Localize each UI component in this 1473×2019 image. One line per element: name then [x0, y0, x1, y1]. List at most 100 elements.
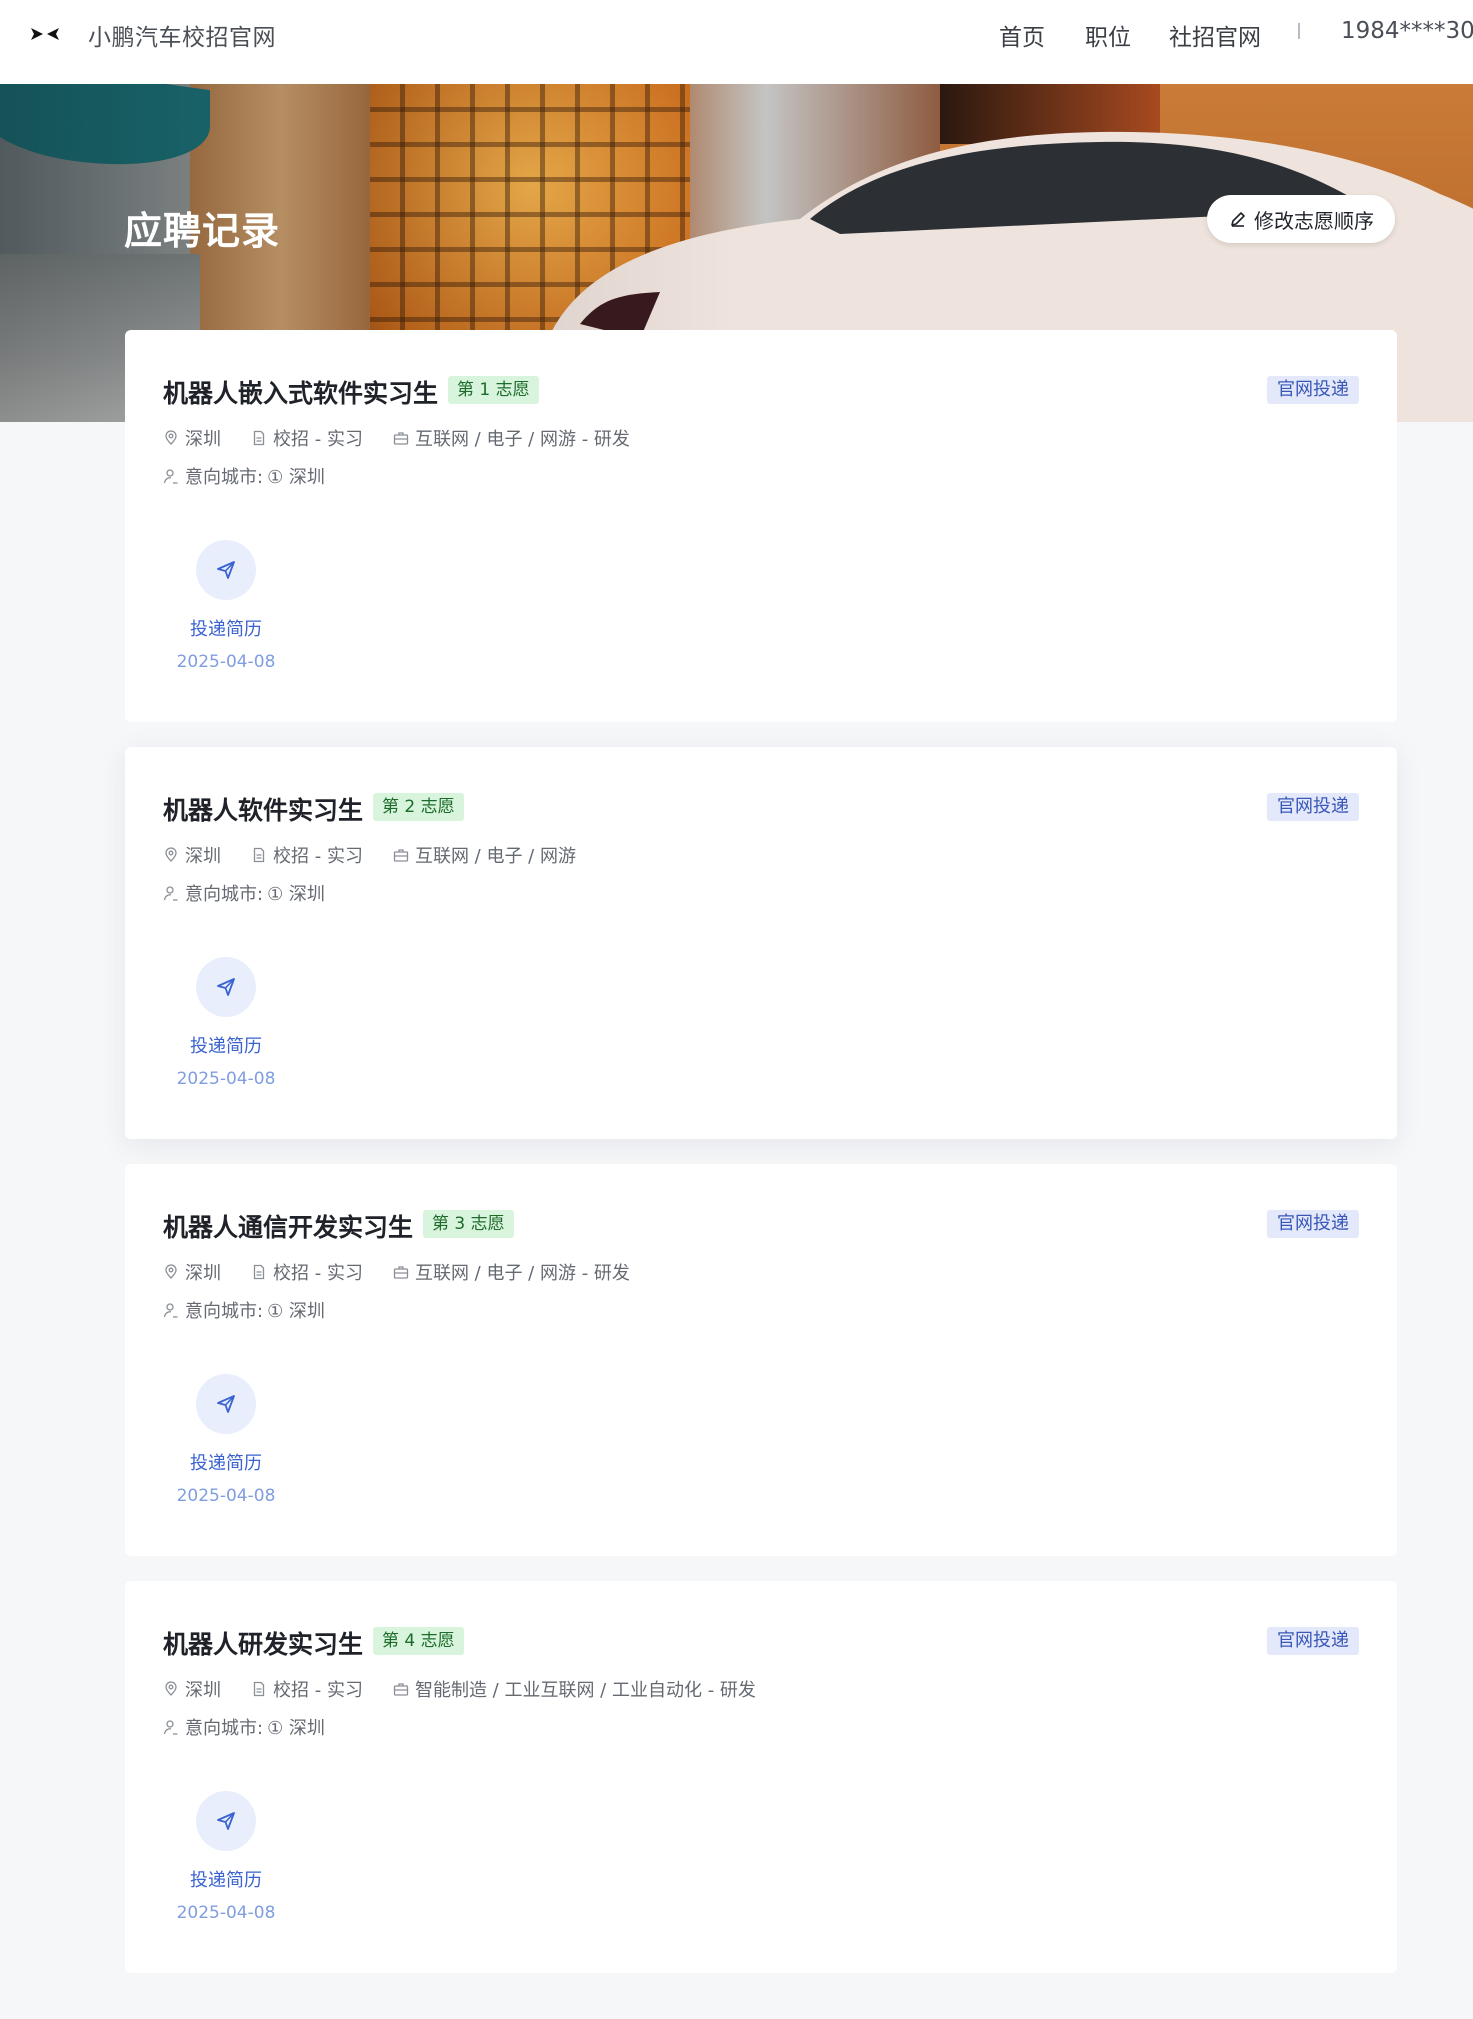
submit-resume-step[interactable] — [196, 1374, 256, 1434]
nav-home-link[interactable]: 首页 — [999, 18, 1045, 52]
meta-type: 校招 - 实习 — [251, 842, 363, 868]
intent-city-value: ① 深圳 — [267, 467, 325, 488]
job-type: 校招 - 实习 — [273, 429, 363, 450]
job-title[interactable]: 机器人研发实习生 — [163, 1625, 363, 1661]
submit-resume-step[interactable] — [196, 957, 256, 1017]
send-icon — [217, 1812, 235, 1830]
meta-category: 智能制造 / 工业互联网 / 工业自动化 - 研发 — [393, 1676, 756, 1702]
job-title[interactable]: 机器人软件实习生 — [163, 791, 363, 827]
meta-type: 校招 - 实习 — [251, 1259, 363, 1285]
step-label: 投递简历 — [190, 1870, 262, 1891]
job-category: 互联网 / 电子 / 网游 - 研发 — [414, 429, 630, 450]
edit-icon — [1231, 212, 1245, 227]
application-card[interactable]: 机器人研发实习生 第 4 志愿 官网投递 深圳 校招 - 实习 智能制造 / 工… — [125, 1581, 1397, 1973]
user-location-icon — [163, 1720, 178, 1735]
step-label: 投递简历 — [190, 619, 262, 640]
meta-type: 校招 - 实习 — [251, 1676, 363, 1702]
send-icon — [217, 1395, 235, 1413]
job-meta-row: 深圳 校招 - 实习 智能制造 / 工业互联网 / 工业自动化 - 研发 — [163, 1676, 786, 1702]
intent-city-label: 意向城市: — [185, 467, 264, 488]
application-card[interactable]: 机器人软件实习生 第 2 志愿 官网投递 深圳 校招 - 实习 互联网 / 电子… — [125, 747, 1397, 1139]
step-date: 2025-04-08 — [176, 1069, 276, 1089]
location-pin-icon — [165, 1681, 177, 1696]
source-tag: 官网投递 — [1267, 1210, 1359, 1238]
job-title[interactable]: 机器人嵌入式软件实习生 — [163, 374, 438, 410]
step-label: 投递简历 — [190, 1036, 262, 1057]
document-icon — [253, 430, 265, 446]
job-meta-row: 深圳 校招 - 实习 互联网 / 电子 / 网游 - 研发 — [163, 1259, 660, 1285]
reorder-preferences-button[interactable]: 修改志愿顺序 — [1207, 195, 1395, 243]
meta-city: 深圳 — [163, 842, 221, 868]
job-meta-row: 深圳 校招 - 实习 互联网 / 电子 / 网游 - 研发 — [163, 425, 660, 451]
briefcase-icon — [393, 432, 409, 445]
nav-jobs-link[interactable]: 职位 — [1085, 18, 1131, 52]
briefcase-icon — [393, 1266, 409, 1279]
job-city: 深圳 — [185, 429, 221, 450]
source-tag: 官网投递 — [1267, 1627, 1359, 1655]
intent-city-row: 意向城市: ① 深圳 — [163, 1297, 325, 1323]
intent-city-value: ① 深圳 — [267, 1301, 325, 1322]
preference-rank-badge: 第 1 志愿 — [448, 376, 539, 404]
top-header: 小鹏汽车校招官网 首页 职位 社招官网 1984****300 — [0, 0, 1473, 84]
step-date: 2025-04-08 — [176, 652, 276, 672]
xpeng-logo-icon[interactable] — [29, 22, 61, 46]
job-category: 互联网 / 电子 / 网游 — [414, 846, 576, 867]
job-type: 校招 - 实习 — [273, 1680, 363, 1701]
submit-resume-step[interactable] — [196, 1791, 256, 1851]
intent-city-label: 意向城市: — [185, 1301, 264, 1322]
briefcase-icon — [393, 849, 409, 862]
location-pin-icon — [165, 1264, 177, 1279]
meta-city: 深圳 — [163, 1259, 221, 1285]
job-category: 智能制造 / 工业互联网 / 工业自动化 - 研发 — [414, 1680, 756, 1701]
intent-city-value: ① 深圳 — [267, 1718, 325, 1739]
preference-rank-badge: 第 4 志愿 — [373, 1627, 464, 1655]
intent-city-row: 意向城市: ① 深圳 — [163, 463, 325, 489]
job-type: 校招 - 实习 — [273, 1263, 363, 1284]
user-location-icon — [163, 469, 178, 484]
meta-city: 深圳 — [163, 425, 221, 451]
preference-rank-badge: 第 3 志愿 — [423, 1210, 514, 1238]
user-location-icon — [163, 886, 178, 901]
intent-city-label: 意向城市: — [185, 1718, 264, 1739]
step-date: 2025-04-08 — [176, 1903, 276, 1923]
nav-divider — [1298, 23, 1300, 39]
location-pin-icon — [165, 430, 177, 445]
job-type: 校招 - 实习 — [273, 846, 363, 867]
source-tag: 官网投递 — [1267, 376, 1359, 404]
nav-social-recruit-link[interactable]: 社招官网 — [1169, 18, 1261, 52]
reorder-button-label: 修改志愿顺序 — [1254, 208, 1374, 233]
meta-city: 深圳 — [163, 1676, 221, 1702]
application-card[interactable]: 机器人通信开发实习生 第 3 志愿 官网投递 深圳 校招 - 实习 互联网 / … — [125, 1164, 1397, 1556]
job-category: 互联网 / 电子 / 网游 - 研发 — [414, 1263, 630, 1284]
user-account-menu[interactable]: 1984****300 — [1341, 18, 1473, 44]
document-icon — [253, 1681, 265, 1697]
application-card[interactable]: 机器人嵌入式软件实习生 第 1 志愿 官网投递 深圳 校招 - 实习 互联网 /… — [125, 330, 1397, 722]
document-icon — [253, 1264, 265, 1280]
source-tag: 官网投递 — [1267, 793, 1359, 821]
job-city: 深圳 — [185, 1680, 221, 1701]
page-title: 应聘记录 — [124, 209, 281, 253]
meta-category: 互联网 / 电子 / 网游 — [393, 842, 576, 868]
job-meta-row: 深圳 校招 - 实习 互联网 / 电子 / 网游 — [163, 842, 606, 868]
brand-title[interactable]: 小鹏汽车校招官网 — [88, 18, 276, 52]
job-city: 深圳 — [185, 1263, 221, 1284]
user-location-icon — [163, 1303, 178, 1318]
job-city: 深圳 — [185, 846, 221, 867]
location-pin-icon — [165, 847, 177, 862]
intent-city-value: ① 深圳 — [267, 884, 325, 905]
send-icon — [217, 978, 235, 996]
send-icon — [217, 561, 235, 579]
step-date: 2025-04-08 — [176, 1486, 276, 1506]
briefcase-icon — [393, 1683, 409, 1696]
submit-resume-step[interactable] — [196, 540, 256, 600]
intent-city-row: 意向城市: ① 深圳 — [163, 880, 325, 906]
intent-city-row: 意向城市: ① 深圳 — [163, 1714, 325, 1740]
document-icon — [253, 847, 265, 863]
preference-rank-badge: 第 2 志愿 — [373, 793, 464, 821]
meta-category: 互联网 / 电子 / 网游 - 研发 — [393, 1259, 630, 1285]
job-title[interactable]: 机器人通信开发实习生 — [163, 1208, 413, 1244]
intent-city-label: 意向城市: — [185, 884, 264, 905]
meta-type: 校招 - 实习 — [251, 425, 363, 451]
meta-category: 互联网 / 电子 / 网游 - 研发 — [393, 425, 630, 451]
step-label: 投递简历 — [190, 1453, 262, 1474]
